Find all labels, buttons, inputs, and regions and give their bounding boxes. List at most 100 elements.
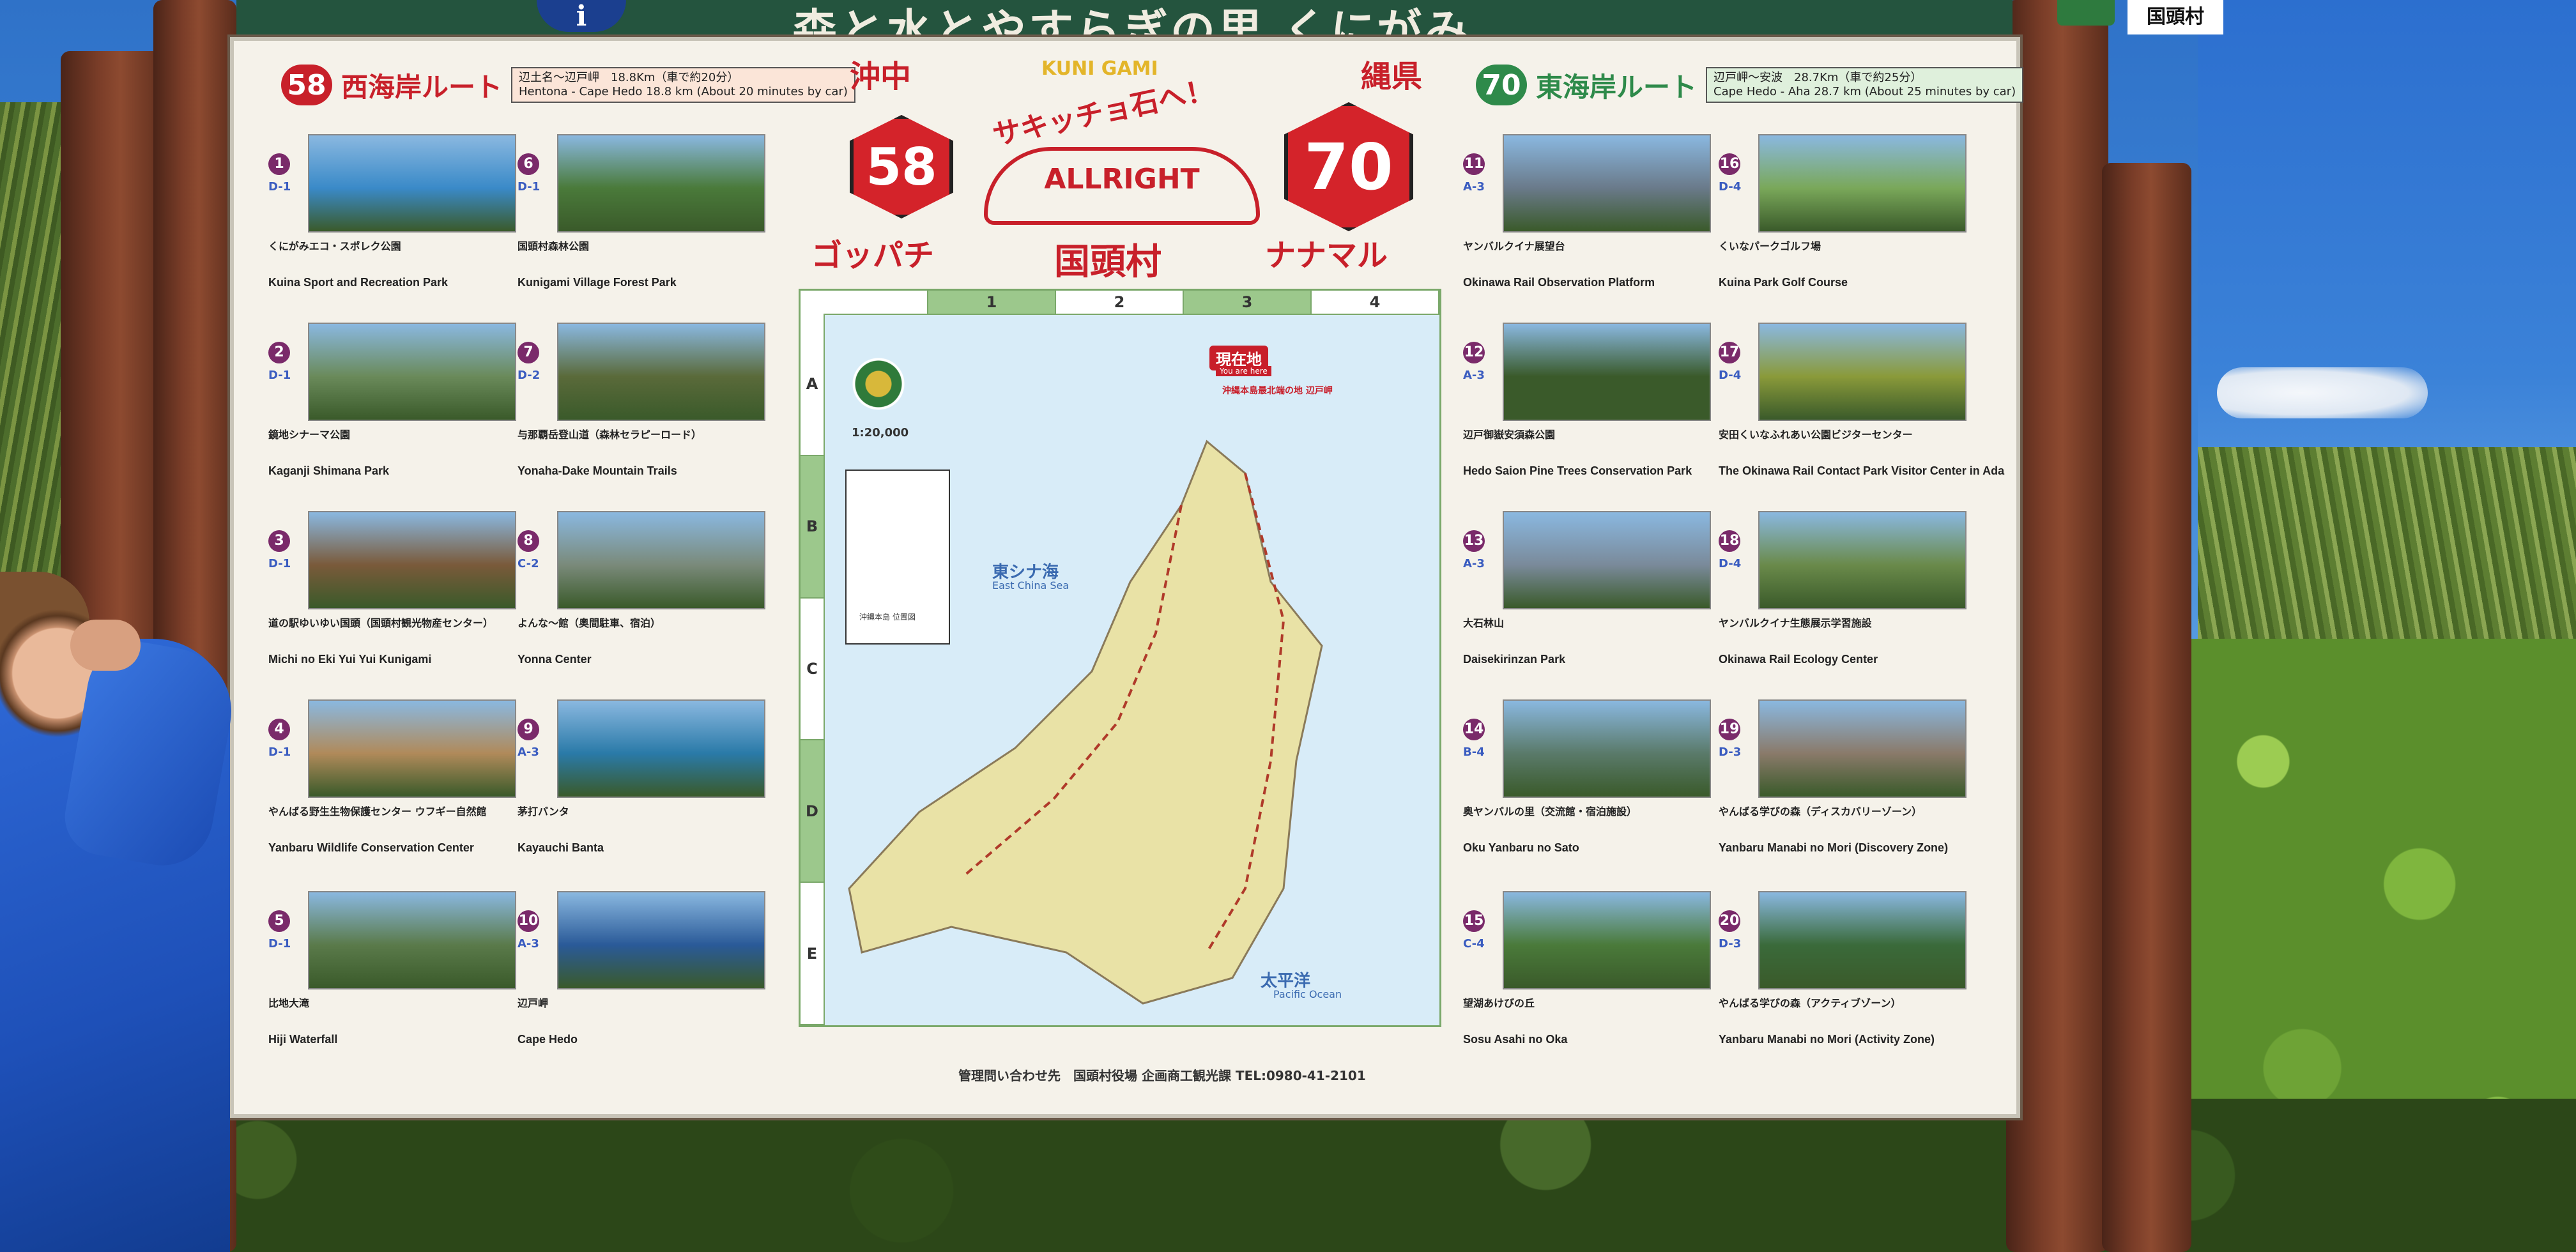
spot-title-jp: 望湖あけびの丘 — [1463, 997, 1535, 1009]
spot-number: 10 — [518, 910, 539, 932]
spot-title-en: Okinawa Rail Observation Platform — [1463, 276, 1655, 289]
spot-photo — [308, 323, 516, 421]
spot-card: 10 A-3 辺戸岬 Cape Hedo — [518, 891, 1003, 1083]
spot-grid-ref: A-3 — [1463, 369, 1485, 382]
spot-number: 16 — [1719, 153, 1740, 175]
spot-title-en: Okinawa Rail Ecology Center — [1719, 653, 1878, 666]
spot-grid-ref: A-3 — [518, 745, 539, 759]
spot-title-en: Oku Yanbaru no Sato — [1463, 841, 1579, 854]
spot-photo — [1758, 511, 1966, 609]
spot-photo — [308, 699, 516, 798]
spot-photo — [1503, 323, 1711, 421]
spot-title-en: Yonaha-Dake Mountain Trails — [518, 464, 677, 477]
spot-title-en: Yanbaru Wildlife Conservation Center — [268, 841, 474, 854]
spot-number: 1 — [268, 153, 290, 175]
spot-title-en: Kunigami Village Forest Park — [518, 276, 677, 289]
person-hand — [70, 620, 141, 671]
spot-grid-ref: D-1 — [518, 180, 540, 194]
spot-title-jp: 辺戸岬 — [518, 997, 549, 1009]
spot-card: 19 D-3 やんばる学びの森（ディスカバリーゾーン） Yanbaru Manabi … — [1719, 699, 2204, 891]
spot-card: 8 C-2 よんな〜館（奥間駐車、宿泊） Yonna Center — [518, 511, 1003, 703]
spot-number: 4 — [268, 719, 290, 740]
spot-title-jp: 奥ヤンバルの里（交流館・宿泊施設） — [1463, 805, 1637, 818]
spot-number: 12 — [1463, 342, 1485, 363]
spot-grid-ref: D-2 — [518, 369, 540, 382]
emblem-icon — [2057, 0, 2115, 26]
spot-card: 7 D-2 与那覇岳登山道（森林セラピーロード） Yonaha-Dake Mounta… — [518, 323, 1003, 514]
spot-card: 16 D-4 くいなパークゴルフ場 Kuina Park Golf Course — [1719, 134, 2204, 326]
spot-number: 8 — [518, 530, 539, 552]
route-70-badge: 70 — [1476, 65, 1527, 105]
spot-title-jp: 茅打バンタ — [518, 805, 569, 818]
spot-title-jp: 鏡地シナーマ公園 — [268, 429, 351, 441]
spot-title-jp: くにがみエコ・スポレク公園 — [268, 240, 401, 252]
spot-title-jp: くいなパークゴルフ場 — [1719, 240, 1821, 252]
spot-grid-ref: D-3 — [1719, 745, 1742, 759]
west-route-header: 58 西海岸ルート 辺土名〜辺戸岬 18.8Km（車で約20分） Hentona… — [281, 61, 855, 109]
you-are-here-en: You are here — [1216, 366, 1271, 376]
spot-card: 9 A-3 茅打バンタ Kayauchi Banta — [518, 699, 1003, 891]
spot-title-en: Michi no Eki Yui Yui Kunigami — [268, 653, 432, 666]
spot-grid-ref: C-4 — [1463, 937, 1485, 950]
spot-grid-ref: D-1 — [268, 745, 291, 759]
spot-title-en: Daisekirinzan Park — [1463, 653, 1566, 666]
spot-title-en: Kayauchi Banta — [518, 841, 604, 854]
spot-title-jp: 安田くいなふれあい公園ビジターセンター — [1719, 429, 1913, 441]
spot-number: 17 — [1719, 342, 1740, 363]
map-col: 2 — [1056, 291, 1184, 314]
spot-title-en: The Okinawa Rail Contact Park Visitor Ce… — [1719, 464, 2005, 477]
spot-photo — [1758, 323, 1966, 421]
spot-photo — [1503, 134, 1711, 233]
spot-card: 17 D-4 安田くいなふれあい公園ビジターセンター The Okinawa Rail… — [1719, 323, 2204, 514]
spot-grid-ref: D-1 — [268, 937, 291, 950]
spot-grid-ref: D-1 — [268, 180, 291, 194]
map-col: 3 — [1184, 291, 1312, 314]
spot-number: 19 — [1719, 719, 1740, 740]
spot-title-en: Yonna Center — [518, 653, 592, 666]
sea-east-en: Pacific Ocean — [1273, 988, 1342, 1000]
spot-number: 7 — [518, 342, 539, 363]
spot-grid-ref: D-1 — [268, 557, 291, 570]
spot-title-jp: 道の駅ゆいゆい国頭（国頭村観光物産センター） — [268, 617, 494, 629]
spot-grid-ref: A-3 — [518, 937, 539, 950]
spot-number: 15 — [1463, 910, 1485, 932]
spot-grid-ref: A-3 — [1463, 557, 1485, 570]
spot-grid-ref: B-4 — [1463, 745, 1485, 759]
spot-photo — [557, 134, 765, 233]
spot-title-jp: 比地大滝 — [268, 997, 310, 1009]
spot-title-jp: やんばる学びの森（ディスカバリーゾーン） — [1719, 805, 1922, 818]
route-70-shield: 70 — [1284, 102, 1413, 231]
east-route-header: 70 東海岸ルート 辺戸岬〜安波 28.7Km（車で約25分） Cape Hed… — [1476, 61, 2024, 109]
route-58-badge: 58 — [281, 65, 332, 105]
spot-title-jp: ヤンバルクイナ展望台 — [1463, 240, 1565, 252]
spot-grid-ref: A-3 — [1463, 180, 1485, 194]
spot-number: 9 — [518, 719, 539, 740]
east-route-line2: Cape Hedo - Aha 28.7 km (About 25 minute… — [1713, 85, 2016, 98]
spot-title-en: Yanbaru Manabi no Mori (Discovery Zone) — [1719, 841, 1949, 854]
spot-title-jp: ヤンバルクイナ生態展示学習施設 — [1719, 617, 1872, 629]
logo-okinawa-right: 縄県 — [1361, 59, 1423, 95]
east-route-line1: 辺戸岬〜安波 28.7Km（車で約25分） — [1713, 71, 1922, 84]
spot-title-jp: 大石林山 — [1463, 617, 1505, 629]
spot-photo — [308, 891, 516, 989]
west-route-name: 西海岸ルート — [341, 71, 503, 103]
map-col: 4 — [1312, 291, 1439, 314]
spot-card: 18 D-4 ヤンバルクイナ生態展示学習施設 Okinawa Rail Ecology… — [1719, 511, 2204, 703]
east-route-distance: 辺戸岬〜安波 28.7Km（車で約25分） Cape Hedo - Aha 28… — [1706, 67, 2024, 103]
spot-grid-ref: D-3 — [1719, 937, 1742, 950]
spot-number: 13 — [1463, 530, 1485, 552]
spot-grid-ref: D-4 — [1719, 557, 1742, 570]
spot-title-jp: やんばる学びの森（アクティブゾーン） — [1719, 997, 1901, 1009]
spot-number: 18 — [1719, 530, 1740, 552]
spot-title-en: Kaganji Shimana Park — [268, 464, 390, 477]
spot-photo — [308, 511, 516, 609]
logo-kunigami-roman: KUNI GAMI — [1041, 57, 1158, 80]
spot-title-en: Cape Hedo — [518, 1033, 578, 1046]
spot-title-en: Kuina Sport and Recreation Park — [268, 276, 448, 289]
spot-photo — [557, 511, 765, 609]
you-are-here-caption: 沖縄本島最北端の地 辺戸岬 — [1222, 386, 1333, 396]
board-header: i 森と水とやすらぎの里 くにがみ 国頭村 — [236, 0, 2223, 57]
contact-footer: 管理問い合わせ先 国頭村役場 企画商工観光課 TEL:0980-41-2101 — [958, 1068, 1366, 1083]
logo-kunigami: 国頭村 — [1054, 241, 1162, 283]
spot-photo — [557, 891, 765, 989]
